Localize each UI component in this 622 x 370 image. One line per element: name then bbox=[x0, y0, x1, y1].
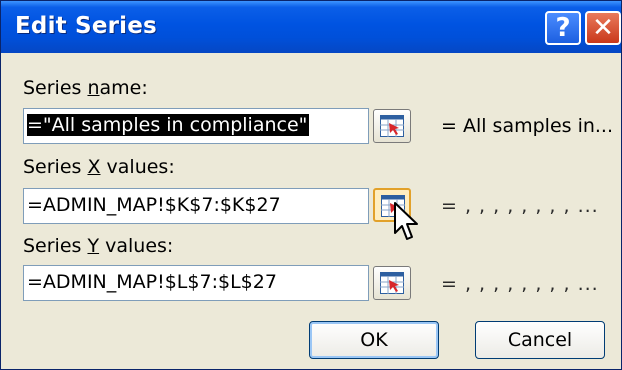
series-name-preview: = All samples in... bbox=[441, 115, 614, 137]
ok-button[interactable]: OK bbox=[309, 321, 439, 359]
series-y-label: Series Y values: bbox=[23, 235, 174, 257]
series-x-input[interactable]: =ADMIN_MAP!$K$7:$K$27 bbox=[23, 188, 369, 224]
series-x-label: Series X values: bbox=[23, 156, 175, 178]
series-x-preview: = , , , , , , , , ... bbox=[441, 195, 599, 217]
edit-series-dialog: Edit Series ? ✕ Series name: ="All sampl… bbox=[0, 0, 622, 370]
close-button[interactable]: ✕ bbox=[585, 11, 621, 45]
series-x-value: =ADMIN_MAP!$K$7:$K$27 bbox=[27, 194, 281, 216]
dialog-title: Edit Series bbox=[15, 13, 157, 39]
series-y-range-button[interactable] bbox=[373, 266, 411, 300]
series-y-preview: = , , , , , , , , ... bbox=[441, 273, 599, 295]
mouse-pointer-icon bbox=[394, 202, 418, 240]
series-name-input[interactable]: ="All samples in compliance" bbox=[23, 108, 369, 144]
title-bar[interactable]: Edit Series ? ✕ bbox=[1, 1, 621, 53]
series-y-value: =ADMIN_MAP!$L$7:$L$27 bbox=[27, 271, 277, 293]
range-select-icon bbox=[380, 115, 404, 137]
cancel-button[interactable]: Cancel bbox=[475, 321, 605, 359]
series-name-label: Series name: bbox=[23, 77, 148, 99]
series-name-range-button[interactable] bbox=[373, 109, 411, 143]
range-select-icon bbox=[380, 272, 404, 294]
series-name-value: ="All samples in compliance" bbox=[27, 114, 310, 136]
help-button[interactable]: ? bbox=[545, 11, 581, 45]
series-y-input[interactable]: =ADMIN_MAP!$L$7:$L$27 bbox=[23, 265, 369, 301]
